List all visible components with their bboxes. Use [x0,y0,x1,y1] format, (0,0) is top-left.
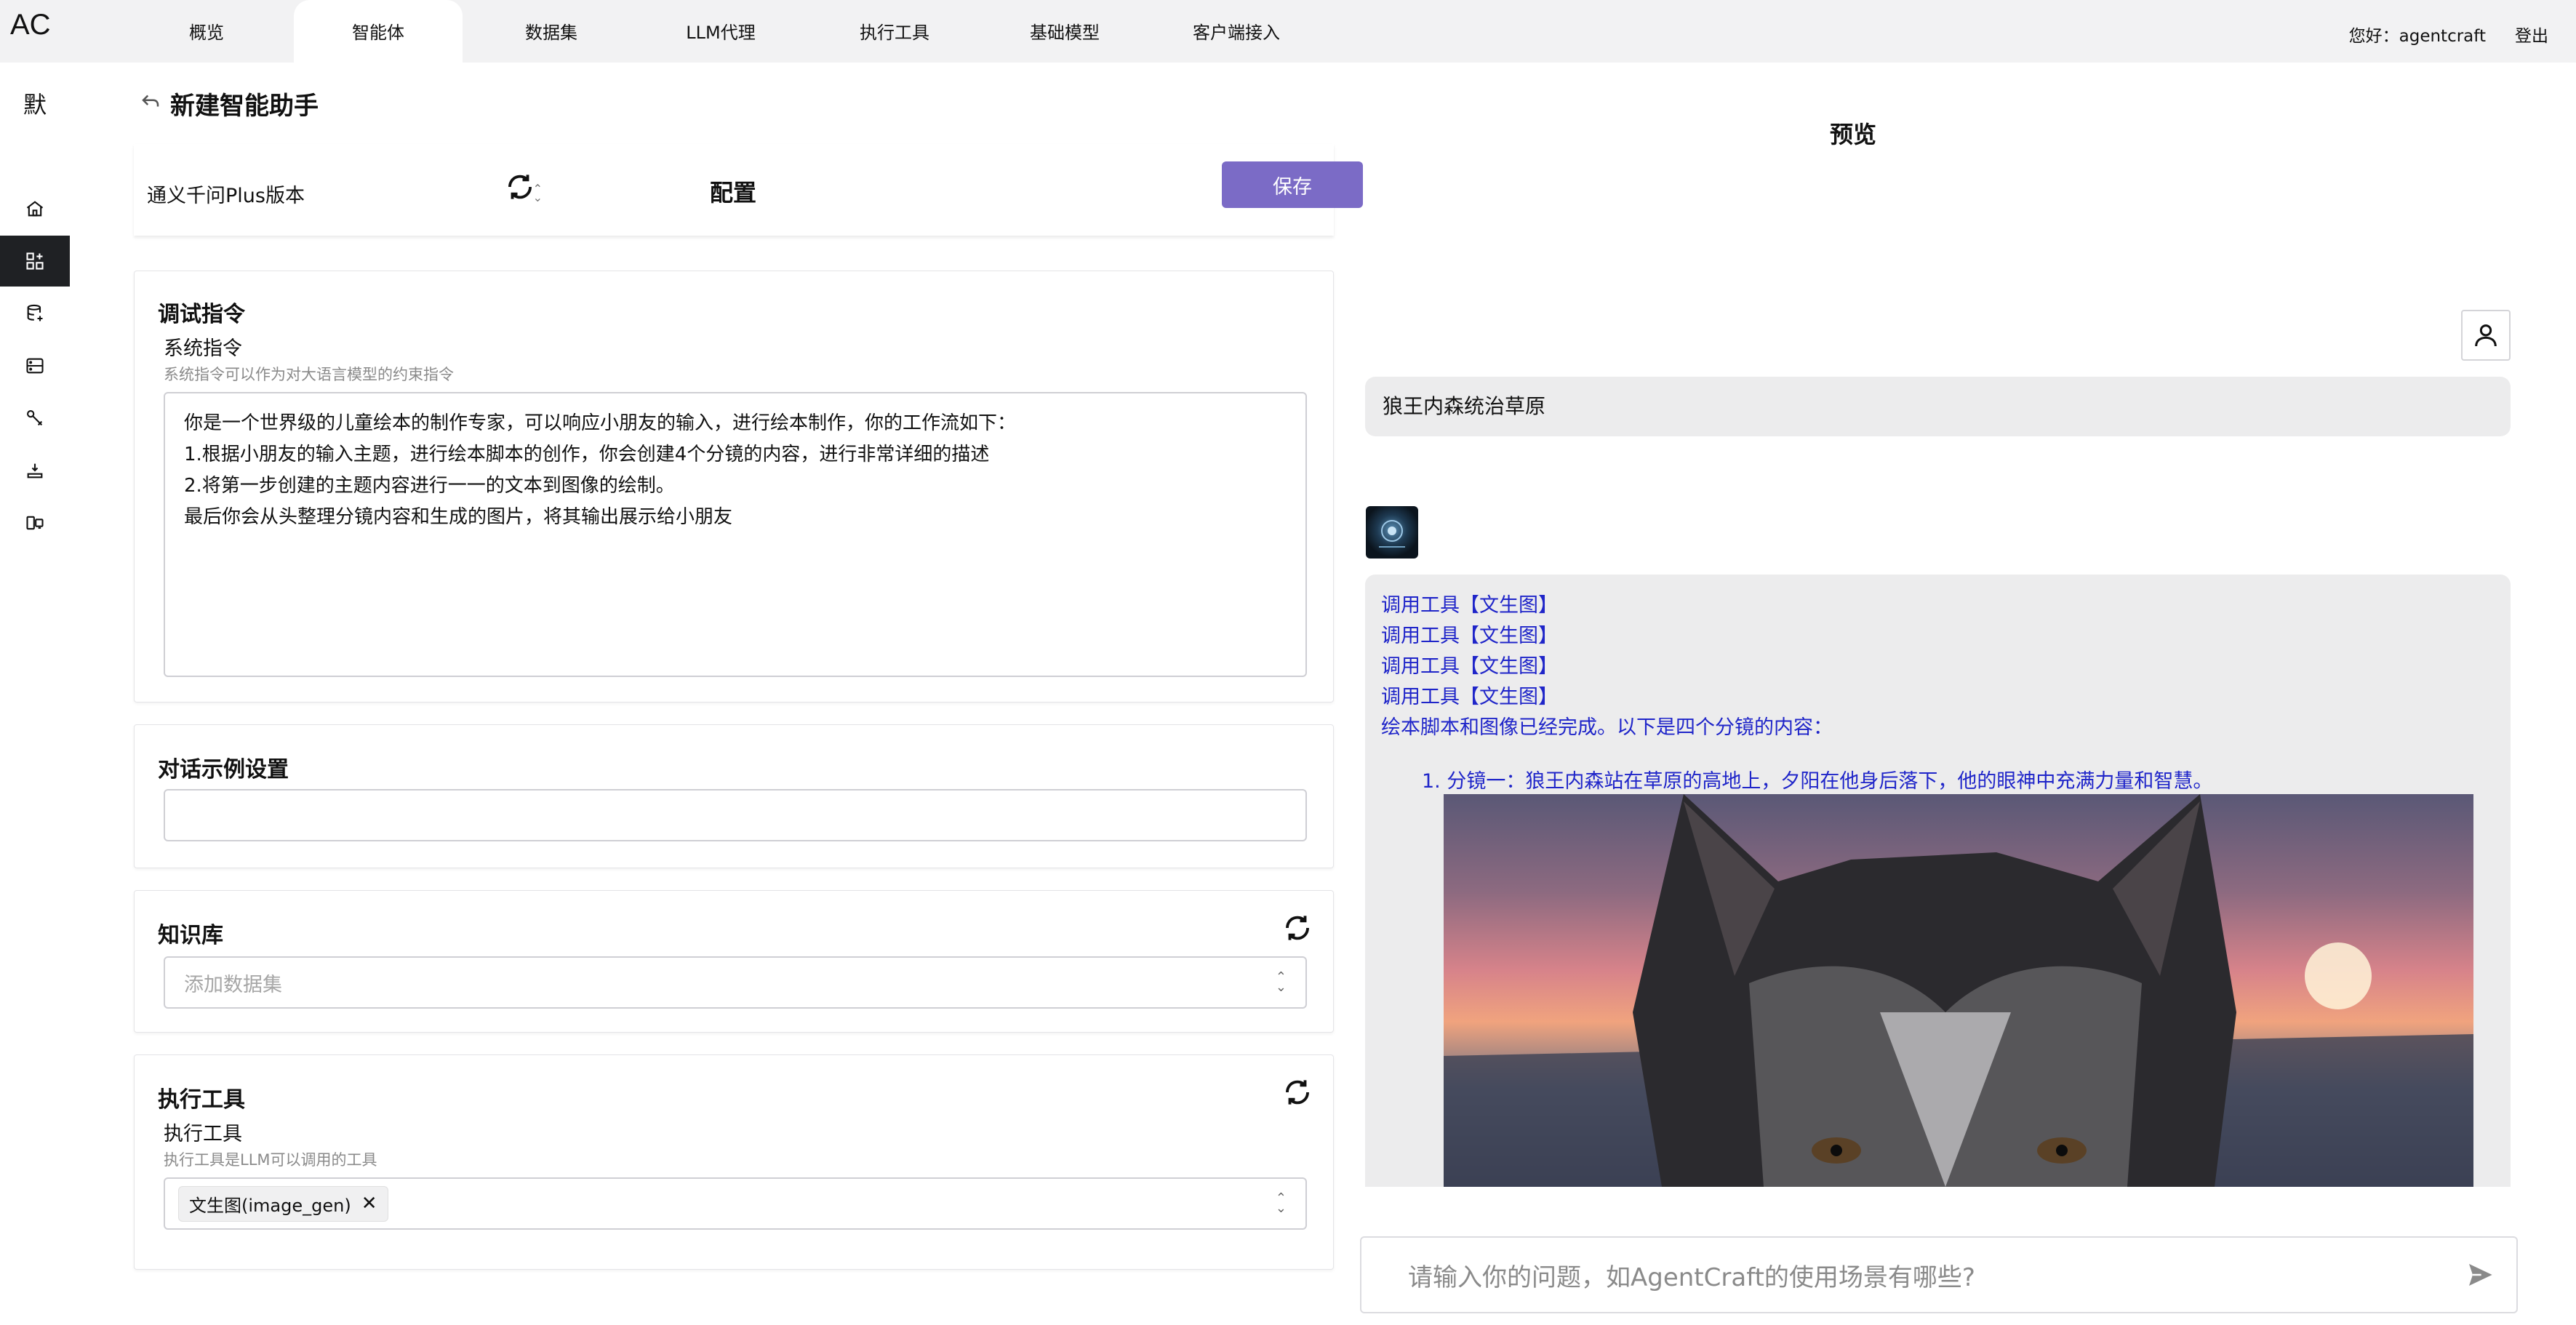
bot-message-bubble: 调用工具【文生图】 调用工具【文生图】 调用工具【文生图】 调用工具【文生图】 … [1365,575,2511,1187]
model-icon[interactable] [0,445,70,496]
tab-client-access[interactable]: 客户端接入 [1184,0,1289,63]
user-message-bubble: 狼王内森统治草原 [1365,377,2511,436]
tab-tools[interactable]: 执行工具 [844,0,945,63]
page-title: 新建智能助手 [170,92,319,121]
tab-overview[interactable]: 概览 [163,0,250,63]
bot-message-line: 调用工具【文生图】 [1381,686,1558,708]
tool-icon[interactable] [0,393,70,444]
chat-input-placeholder: 请输入你的问题，如AgentCraft的使用场景有哪些? [1408,1262,1975,1292]
tool-tag-label: 文生图(image_gen) [189,1195,351,1216]
tools-hint: 执行工具是LLM可以调用的工具 [164,1151,377,1169]
instruction-line: 你是一个世界级的儿童绘本的制作专家，可以响应小朋友的输入，进行绘本制作，你的工作… [184,412,1017,434]
refresh-knowledge-icon[interactable] [1282,913,1313,943]
config-title: 配置 [710,179,757,207]
tab-llm-proxy[interactable]: LLM代理 [669,0,772,63]
chevron-updown-icon: ⌃ ⌄ [1275,969,1287,995]
knowledge-card: 知识库 添加数据集 ⌃ ⌄ [134,890,1334,1033]
back-icon[interactable] [138,89,163,119]
apps-icon[interactable] [0,236,70,287]
page-header: 新建智能助手 [138,86,319,121]
top-nav-bar: AC 概览 智能体 数据集 LLM代理 执行工具 基础模型 客户端接入 您好：a… [0,0,2576,63]
app-logo: AC [10,9,51,41]
dialog-examples-card: 对话示例设置 [134,724,1334,868]
dialog-examples-title: 对话示例设置 [158,757,289,782]
tools-title: 执行工具 [158,1087,245,1113]
knowledge-select-placeholder: 添加数据集 [184,973,282,996]
tab-datasets[interactable]: 数据集 [508,0,595,63]
refresh-tools-icon[interactable] [1282,1077,1313,1108]
remove-tag-icon[interactable]: ✕ [361,1193,377,1214]
instructions-card: 调试指令 系统指令 系统指令可以作为对大语言模型的约束指令 你是一个世界级的儿童… [134,271,1334,702]
chevron-updown-icon: ⌃ ⌄ [1275,1190,1287,1216]
bot-message-line: 绘本脚本和图像已经完成。以下是四个分镜的内容： [1381,716,1833,739]
model-select-value: 通义千问Plus版本 [147,184,305,207]
storyboard-image [1444,794,2473,1187]
workspace-avatar[interactable]: 默 [0,63,70,147]
client-icon[interactable] [0,497,70,548]
bot-message-line: 调用工具【文生图】 [1381,594,1558,617]
user-greeting: 您好：agentcraft [2348,27,2486,46]
system-instruction-textarea[interactable]: 你是一个世界级的儿童绘本的制作专家，可以响应小朋友的输入，进行绘本制作，你的工作… [164,392,1307,677]
instruction-line: 1.根据小朋友的输入主题，进行绘本脚本的创作，你会创建4个分镜的内容，进行非常详… [184,444,990,465]
home-icon[interactable] [0,183,70,234]
knowledge-title: 知识库 [158,923,223,948]
tools-label: 执行工具 [164,1123,242,1145]
send-icon[interactable] [2465,1260,2495,1289]
storyboard-item: 1. 分镜一：狼王内森站在草原的高地上，夕阳在他身后落下，他的眼神中充满力量和智… [1422,770,2213,793]
tools-card: 执行工具 执行工具 执行工具是LLM可以调用的工具 文生图(image_gen)… [134,1054,1334,1270]
preview-title: 预览 [1830,121,1877,148]
tools-select[interactable]: 文生图(image_gen) ✕ ⌃ ⌄ [164,1177,1307,1230]
sidebar: 默 [0,63,86,1325]
instruction-line: 最后你会从头整理分镜内容和生成的图片，将其输出展示给小朋友 [184,506,733,528]
knowledge-select[interactable]: 添加数据集 ⌃ ⌄ [164,956,1307,1009]
chat-input[interactable]: 请输入你的问题，如AgentCraft的使用场景有哪些? [1360,1236,2518,1313]
user-avatar-icon [2461,310,2511,361]
dataset-icon[interactable] [0,288,70,339]
model-select[interactable]: 通义千问Plus版本 ⌃ ⌄ [147,173,554,214]
bot-message-line: 调用工具【文生图】 [1381,655,1558,678]
instruction-line: 2.将第一步创建的主题内容进行一一的文本到图像的绘制。 [184,475,675,497]
tool-tag: 文生图(image_gen) ✕ [178,1185,388,1222]
storage-icon[interactable] [0,340,70,391]
refresh-model-icon[interactable] [505,172,535,202]
save-button[interactable]: 保存 [1222,161,1363,208]
bot-message-line: 调用工具【文生图】 [1381,625,1558,647]
instructions-title: 调试指令 [158,302,245,327]
bot-avatar-icon [1366,506,1418,559]
system-instruction-hint: 系统指令可以作为对大语言模型的约束指令 [164,366,454,383]
tab-agents[interactable]: 智能体 [294,0,463,63]
tab-base-models[interactable]: 基础模型 [1014,0,1116,63]
dialog-examples-input[interactable] [164,789,1307,841]
system-instruction-label: 系统指令 [164,337,242,360]
logout-link[interactable]: 登出 [2515,22,2548,47]
